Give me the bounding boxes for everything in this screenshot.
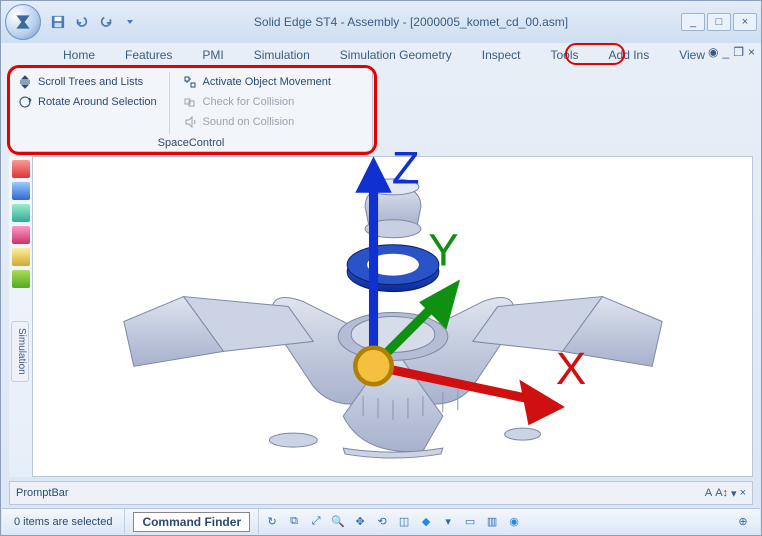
- shadow-icon[interactable]: ◉: [505, 513, 523, 531]
- simulation-panel-tab[interactable]: Simulation: [11, 321, 29, 382]
- tool-1[interactable]: [12, 160, 30, 178]
- minimize-button[interactable]: _: [681, 13, 705, 31]
- tool-4[interactable]: [12, 226, 30, 244]
- tool-3[interactable]: [12, 204, 30, 222]
- collision-icon: [183, 95, 197, 109]
- 3d-viewport[interactable]: Z X Y: [34, 157, 752, 476]
- sketch-view-icon[interactable]: ▭: [461, 513, 479, 531]
- tool-6[interactable]: [12, 270, 30, 288]
- mdi-close-icon[interactable]: ×: [748, 45, 755, 59]
- undo-button[interactable]: [71, 11, 93, 33]
- mdi-restore-icon[interactable]: ❐: [733, 45, 744, 59]
- selection-status: 0 items are selected: [2, 509, 125, 534]
- refresh-icon[interactable]: ↻: [263, 513, 281, 531]
- tab-simulation[interactable]: Simulation: [248, 45, 316, 65]
- promptbar-dropdown-icon[interactable]: ▾: [731, 487, 737, 500]
- view-style-icon[interactable]: ◆: [417, 513, 435, 531]
- zoom-area-icon[interactable]: ⧉: [285, 513, 303, 531]
- pan-icon[interactable]: ✥: [351, 513, 369, 531]
- font-size-icon[interactable]: A↕: [715, 487, 728, 500]
- status-bar: 0 items are selected Command Finder ↻ ⧉ …: [2, 508, 760, 534]
- rotate-view-icon[interactable]: ⟲: [373, 513, 391, 531]
- tab-view[interactable]: View: [673, 45, 711, 65]
- zoom-slider-icon[interactable]: ⊕: [734, 513, 752, 531]
- activate-object-button[interactable]: Activate Object Movement: [181, 72, 333, 92]
- app-menu-button[interactable]: [5, 4, 41, 40]
- ribbon-tabs: Home Features PMI Simulation Simulation …: [1, 43, 761, 67]
- promptbar-controls: A A↕ ▾ ×: [705, 487, 746, 500]
- redo-button[interactable]: [95, 11, 117, 33]
- scroll-icon: [18, 75, 32, 89]
- tool-5[interactable]: [12, 248, 30, 266]
- window-title: Solid Edge ST4 - Assembly - [2000005_kom…: [141, 15, 681, 29]
- tab-tools[interactable]: Tools: [545, 45, 585, 65]
- axis-x-label: X: [556, 343, 586, 394]
- check-collision-button: Check for Collision: [181, 92, 333, 112]
- main-area: Simulation: [9, 156, 753, 477]
- window-controls: _ □ ×: [681, 13, 757, 31]
- axis-triad: Z X Y: [92, 129, 762, 448]
- tab-pmi[interactable]: PMI: [196, 45, 229, 65]
- tabs-right-controls: ◉ _ ❐ ×: [708, 45, 755, 59]
- axis-z-label: Z: [392, 143, 420, 194]
- status-view-controls: ↻ ⧉ ⤢ 🔍 ✥ ⟲ ◫ ◆ ▾ ▭ ▥ ◉: [263, 513, 523, 531]
- scroll-trees-label: Scroll Trees and Lists: [38, 76, 143, 88]
- quick-access-toolbar: [47, 11, 141, 33]
- promptbar-label: PromptBar: [16, 487, 69, 499]
- help-icon[interactable]: ◉: [708, 45, 718, 59]
- look-at-icon[interactable]: ◫: [395, 513, 413, 531]
- zoom-icon[interactable]: 🔍: [329, 513, 347, 531]
- mdi-minimize-icon[interactable]: _: [723, 45, 730, 59]
- rotate-icon: [18, 95, 32, 109]
- activate-object-label: Activate Object Movement: [203, 76, 331, 88]
- sound-collision-label: Sound on Collision: [203, 116, 295, 128]
- zoom-fit-icon[interactable]: ⤢: [307, 513, 325, 531]
- font-format-icon[interactable]: A: [705, 487, 712, 500]
- axis-y-label: Y: [428, 225, 458, 276]
- maximize-button[interactable]: □: [707, 13, 731, 31]
- tab-add-ins[interactable]: Add Ins: [603, 45, 656, 65]
- check-collision-label: Check for Collision: [203, 96, 295, 108]
- move-icon: [183, 75, 197, 89]
- tool-2[interactable]: [12, 182, 30, 200]
- view-dropdown-icon[interactable]: ▾: [439, 513, 457, 531]
- rotate-around-label: Rotate Around Selection: [38, 96, 157, 108]
- close-button[interactable]: ×: [733, 13, 757, 31]
- rotate-around-button[interactable]: Rotate Around Selection: [16, 92, 159, 112]
- sound-icon: [183, 115, 197, 129]
- titlebar: Solid Edge ST4 - Assembly - [2000005_kom…: [1, 1, 761, 43]
- tab-simulation-geometry[interactable]: Simulation Geometry: [334, 45, 458, 65]
- command-finder-input[interactable]: Command Finder: [133, 512, 250, 532]
- app-window: Solid Edge ST4 - Assembly - [2000005_kom…: [0, 0, 762, 536]
- tab-home[interactable]: Home: [57, 45, 101, 65]
- named-views-icon[interactable]: ▥: [483, 513, 501, 531]
- save-button[interactable]: [47, 11, 69, 33]
- promptbar-close-icon[interactable]: ×: [740, 487, 746, 500]
- prompt-bar: PromptBar A A↕ ▾ ×: [9, 481, 753, 505]
- tab-features[interactable]: Features: [119, 45, 178, 65]
- left-toolbar: Simulation: [9, 156, 33, 477]
- tab-inspect[interactable]: Inspect: [476, 45, 527, 65]
- scroll-trees-button[interactable]: Scroll Trees and Lists: [16, 72, 159, 92]
- qat-dropdown[interactable]: [119, 11, 141, 33]
- ribbon-separator: [169, 72, 170, 134]
